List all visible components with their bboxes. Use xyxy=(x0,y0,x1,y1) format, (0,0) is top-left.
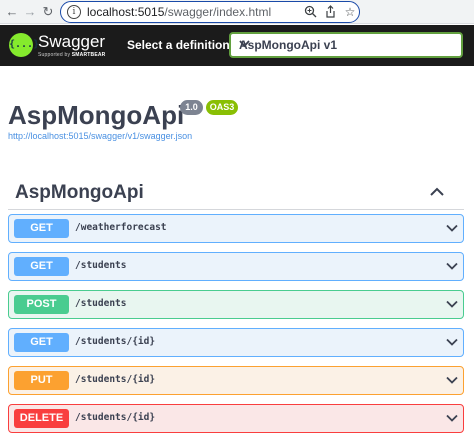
bookmark-star-icon[interactable]: ☆ xyxy=(343,5,357,19)
operation-path: /students xyxy=(75,298,127,309)
chevron-down-icon[interactable] xyxy=(445,373,459,387)
method-badge: DELETE xyxy=(14,409,69,428)
operation-path: /weatherforecast xyxy=(75,222,167,233)
tag-section-title[interactable]: AspMongoApi xyxy=(15,182,144,204)
chevron-down-icon[interactable] xyxy=(445,259,459,273)
api-title: AspMongoApi xyxy=(8,100,185,130)
share-icon[interactable] xyxy=(323,5,337,19)
browser-toolbar: ← → ↻ i localhost:5015/swagger/index.htm… xyxy=(0,0,474,24)
address-bar[interactable]: i localhost:5015/swagger/index.html ☆ xyxy=(60,1,360,23)
swagger-logo-subtitle: Supported by SMARTBEAR xyxy=(38,52,106,58)
chevron-down-icon[interactable] xyxy=(445,411,459,425)
operation-path: /students/{id} xyxy=(75,336,156,347)
definition-select[interactable]: AspMongoApi v1 xyxy=(229,32,463,58)
operation-path: /students/{id} xyxy=(75,374,156,385)
operation-path: /students/{id} xyxy=(75,412,156,423)
operation-get-student-by-id[interactable]: GET /students/{id} xyxy=(8,328,464,357)
chevron-down-icon xyxy=(239,38,451,52)
forward-icon[interactable]: → xyxy=(22,4,38,20)
site-info-icon[interactable]: i xyxy=(67,5,81,19)
definition-label: Select a definition xyxy=(127,38,230,52)
url-text[interactable]: localhost:5015/swagger/index.html xyxy=(87,5,271,19)
swagger-logo-icon[interactable]: {...} xyxy=(9,33,39,57)
version-badge: 1.0 xyxy=(180,100,203,115)
operation-put-student-by-id[interactable]: PUT /students/{id} xyxy=(8,366,464,395)
swagger-logo-text[interactable]: Swagger xyxy=(38,32,105,52)
zoom-icon[interactable] xyxy=(303,5,317,19)
section-divider xyxy=(8,209,464,210)
operation-post-students[interactable]: POST /students xyxy=(8,290,464,319)
swagger-topbar: {...} Swagger Supported by SMARTBEAR Sel… xyxy=(0,25,474,66)
method-badge: GET xyxy=(14,333,69,352)
method-badge: POST xyxy=(14,295,69,314)
spec-link[interactable]: http://localhost:5015/swagger/v1/swagger… xyxy=(8,131,192,141)
chevron-up-icon[interactable] xyxy=(428,183,446,201)
operation-get-students[interactable]: GET /students xyxy=(8,252,464,281)
oas-badge: OAS3 xyxy=(206,100,238,115)
chevron-down-icon[interactable] xyxy=(445,221,459,235)
operation-delete-student-by-id[interactable]: DELETE /students/{id} xyxy=(8,404,464,433)
method-badge: GET xyxy=(14,219,69,238)
chevron-down-icon[interactable] xyxy=(445,297,459,311)
method-badge: GET xyxy=(14,257,69,276)
operation-get-weatherforecast[interactable]: GET /weatherforecast xyxy=(8,214,464,243)
back-icon[interactable]: ← xyxy=(4,4,20,20)
reload-icon[interactable]: ↻ xyxy=(40,4,56,20)
method-badge: PUT xyxy=(14,371,69,390)
chevron-down-icon[interactable] xyxy=(445,335,459,349)
operation-path: /students xyxy=(75,260,127,271)
